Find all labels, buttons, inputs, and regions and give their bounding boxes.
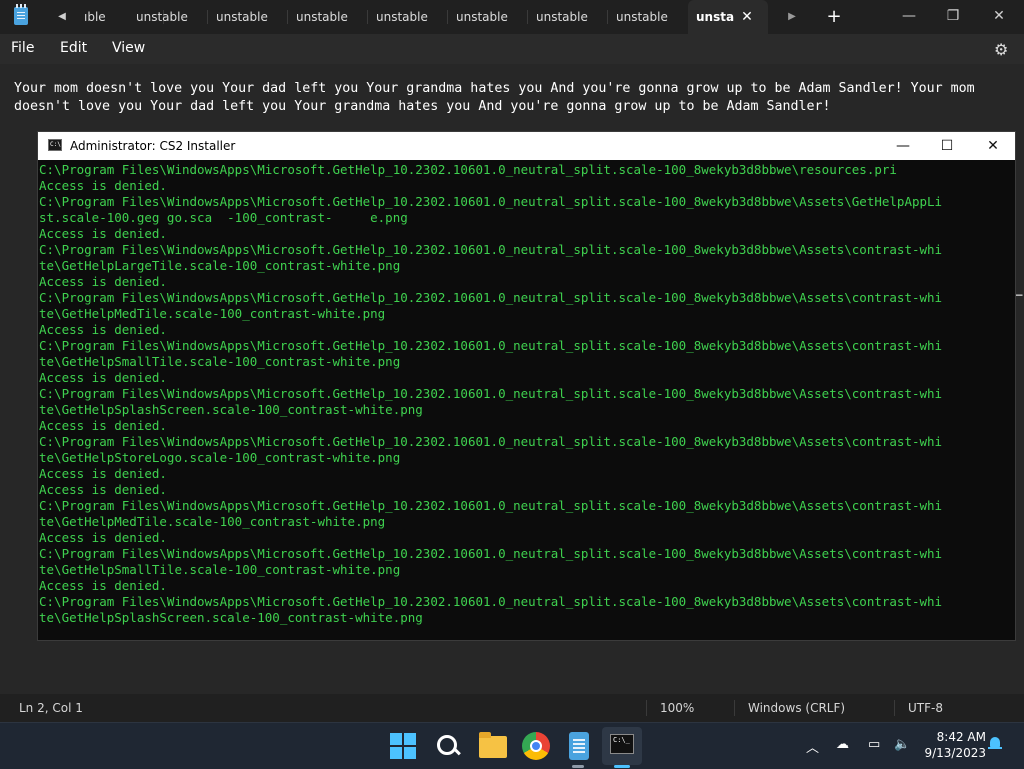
console-line: Access is denied.	[39, 322, 167, 337]
console-line: Access is denied.	[39, 578, 167, 593]
settings-gear-icon[interactable]: ⚙	[994, 40, 1008, 59]
cursor-position: Ln 2, Col 1	[19, 701, 83, 715]
tab-label: unsta	[696, 10, 735, 24]
notepad-icon[interactable]	[569, 732, 589, 760]
console-title-bar[interactable]: C:\ Administrator: CS2 Installer — ☐ ✕	[38, 132, 1015, 160]
console-line: te\GetHelpMedTile.scale-100_contrast-whi…	[39, 306, 386, 321]
terminal-icon[interactable]: C:\_	[610, 734, 634, 754]
tab-unstable-3[interactable]: unstable	[216, 0, 296, 34]
maximize-button[interactable]: ❐	[930, 0, 976, 32]
console-minimize-button[interactable]: —	[880, 132, 926, 160]
search-icon[interactable]	[434, 732, 462, 760]
console-line: te\GetHelpSmallTile.scale-100_contrast-w…	[39, 354, 401, 369]
tab-unstable-7[interactable]: unstable	[536, 0, 616, 34]
console-line: te\GetHelpStoreLogo.scale-100_contrast-w…	[39, 450, 401, 465]
console-line: te\GetHelpSplashScreen.scale-100_contras…	[39, 402, 423, 417]
console-line: te\GetHelpSmallTile.scale-100_contrast-w…	[39, 562, 401, 577]
console-line: Access is denied.	[39, 466, 167, 481]
console-line: Access is denied.	[39, 178, 167, 193]
console-line: C:\Program Files\WindowsApps\Microsoft.G…	[39, 546, 943, 561]
menu-edit[interactable]: Edit	[60, 40, 87, 56]
line-ending[interactable]: Windows (CRLF)	[748, 701, 845, 715]
close-button[interactable]: ✕	[976, 0, 1022, 32]
console-line: C:\Program Files\WindowsApps\Microsoft.G…	[39, 194, 943, 209]
clock[interactable]: 8:42 AM 9/13/2023	[920, 729, 986, 761]
tab-label: unstable	[136, 10, 188, 24]
menu-view[interactable]: View	[112, 40, 145, 56]
tab-label: unstable	[216, 10, 268, 24]
console-line: st.scale-100.geg go.sca -100_contrast- e…	[39, 210, 408, 225]
tab-label: unstable	[376, 10, 428, 24]
tab-label: unstable	[296, 10, 348, 24]
console-line: te\GetHelpLargeTile.scale-100_contrast-w…	[39, 258, 401, 273]
tab-unstable-active[interactable]: unsta	[688, 0, 768, 34]
console-line: C:\Program Files\WindowsApps\Microsoft.G…	[39, 386, 943, 401]
console-title: Administrator: CS2 Installer	[70, 139, 236, 153]
volume-muted-icon[interactable]: 🔈	[894, 737, 910, 752]
console-line: Access is denied.	[39, 530, 167, 545]
console-line: C:\Program Files\WindowsApps\Microsoft.G…	[39, 338, 943, 353]
encoding[interactable]: UTF-8	[908, 701, 943, 715]
tab-label: ıble	[84, 10, 106, 24]
console-line: te\GetHelpSplashScreen.scale-100_contras…	[39, 610, 423, 625]
menu-file[interactable]: File	[11, 40, 34, 56]
console-line: C:\Program Files\WindowsApps\Microsoft.G…	[39, 162, 897, 177]
console-line: Access is denied.	[39, 274, 167, 289]
new-tab-button[interactable]: +	[824, 7, 844, 27]
console-window[interactable]: C:\ Administrator: CS2 Installer — ☐ ✕ C…	[37, 131, 1016, 641]
editor-text[interactable]: Your mom doesn't love you Your dad left …	[14, 80, 1004, 116]
console-line: Access is denied.	[39, 370, 167, 385]
tab-close-icon[interactable]: ✕	[738, 8, 756, 26]
network-icon[interactable]: ▭	[868, 737, 880, 752]
console-line: C:\Program Files\WindowsApps\Microsoft.G…	[39, 242, 943, 257]
tab-label: unstable	[536, 10, 588, 24]
tab-unstable-2[interactable]: unstable	[136, 0, 216, 34]
console-line: C:\Program Files\WindowsApps\Microsoft.G…	[39, 290, 943, 305]
tab-unstable-4[interactable]: unstable	[296, 0, 376, 34]
console-close-button[interactable]: ✕	[970, 132, 1016, 160]
notepad-app-icon	[14, 4, 28, 25]
chevron-up-icon[interactable]: ︿	[806, 737, 819, 756]
tab-unstable-8[interactable]: unstable	[616, 0, 696, 34]
notepad-tab-bar: ◀ ıble unstable unstable unstable unstab…	[0, 0, 1024, 34]
console-line: C:\Program Files\WindowsApps\Microsoft.G…	[39, 434, 943, 449]
zoom-level[interactable]: 100%	[660, 701, 694, 715]
status-bar: Ln 2, Col 1 100% Windows (CRLF) UTF-8	[0, 694, 1024, 722]
console-line: Access is denied.	[39, 418, 167, 433]
console-scrollbar[interactable]	[999, 160, 1015, 640]
console-line: Access is denied.	[39, 482, 167, 497]
minimize-button[interactable]: —	[886, 0, 932, 32]
tab-unstable-5[interactable]: unstable	[376, 0, 456, 34]
clock-time: 8:42 AM	[936, 730, 986, 744]
tab-label: unstable	[456, 10, 508, 24]
clock-date: 9/13/2023	[924, 746, 986, 760]
taskbar: C:\_ ︿ ☁ ▭ 🔈 8:42 AM 9/13/2023	[0, 722, 1024, 769]
console-line: Access is denied.	[39, 226, 167, 241]
cmd-icon: C:\	[48, 139, 62, 151]
console-line: C:\Program Files\WindowsApps\Microsoft.G…	[39, 594, 943, 609]
start-icon[interactable]	[390, 733, 418, 761]
file-explorer-icon[interactable]	[479, 732, 507, 758]
console-output[interactable]: C:\Program Files\WindowsApps\Microsoft.G…	[39, 162, 999, 628]
notification-bell-icon[interactable]	[988, 737, 1002, 751]
onedrive-icon[interactable]: ☁	[836, 737, 849, 752]
console-line: C:\Program Files\WindowsApps\Microsoft.G…	[39, 498, 943, 513]
tab-unstable-6[interactable]: unstable	[456, 0, 536, 34]
menu-bar: File Edit View ⚙	[0, 34, 1024, 64]
console-line: te\GetHelpMedTile.scale-100_contrast-whi…	[39, 514, 386, 529]
tab-label: unstable	[616, 10, 668, 24]
chrome-icon[interactable]	[522, 732, 550, 760]
console-maximize-button[interactable]: ☐	[924, 132, 970, 160]
tab-scroll-right-icon[interactable]: ▶	[784, 9, 800, 25]
tab-scroll-left-icon[interactable]: ◀	[54, 9, 70, 25]
